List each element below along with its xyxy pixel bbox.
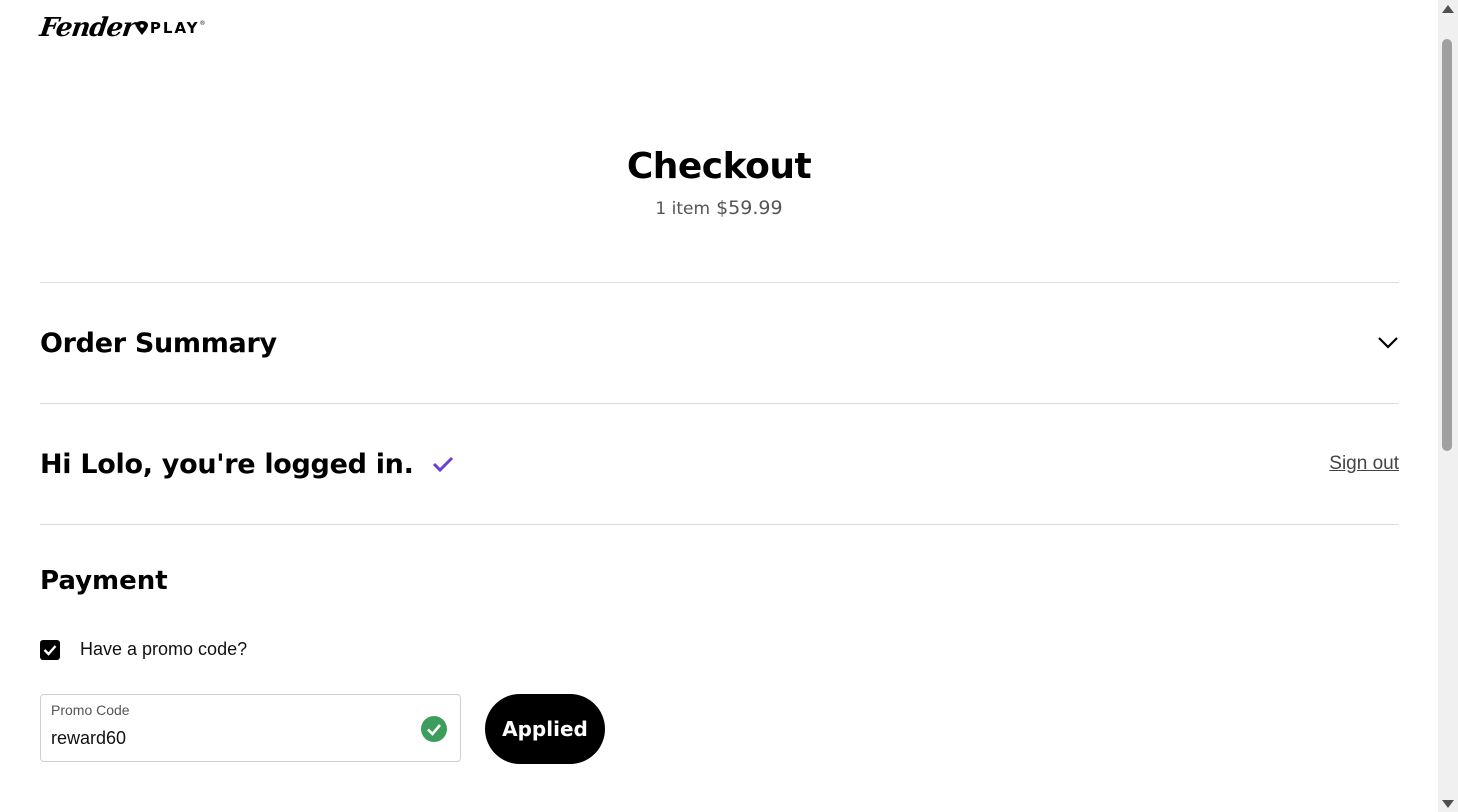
scrollbar-thumb[interactable] (1442, 39, 1452, 451)
chevron-down-icon[interactable] (1377, 336, 1399, 350)
checkbox-check-icon (43, 644, 57, 656)
promo-code-checkbox[interactable] (40, 639, 60, 660)
login-status-row: Hi Lolo, you're logged in. Sign out (40, 443, 1399, 485)
sign-out-link[interactable]: Sign out (1329, 453, 1399, 475)
checkout-header: Checkout 1 item $59.99 (0, 146, 1438, 219)
applied-button[interactable]: Applied (485, 694, 605, 764)
cart-summary-line: 1 item $59.99 (0, 197, 1438, 219)
promo-code-checkbox-row[interactable]: Have a promo code? (40, 639, 247, 660)
checkout-page: Fender PLAY ® Checkout 1 item $59.99 Ord… (0, 0, 1438, 812)
login-greeting-group: Hi Lolo, you're logged in. (40, 449, 454, 480)
login-greeting: Hi Lolo, you're logged in. (40, 448, 414, 480)
checkmark-icon (432, 456, 453, 473)
divider (40, 524, 1399, 525)
order-summary-title: Order Summary (40, 327, 277, 359)
promo-code-field-label: Promo Code (51, 702, 130, 718)
divider (40, 282, 1399, 283)
order-summary-toggle[interactable]: Order Summary (40, 322, 1399, 364)
vertical-scrollbar[interactable] (1438, 0, 1458, 812)
scroll-up-arrow-icon[interactable] (1442, 5, 1454, 13)
payment-title: Payment (40, 566, 168, 596)
registered-mark: ® (199, 20, 206, 27)
promo-code-checkbox-label: Have a promo code? (80, 639, 248, 659)
item-count: 1 item (655, 199, 711, 219)
cart-total: $59.99 (716, 197, 783, 219)
logo-play-text: PLAY (149, 19, 200, 37)
logo-script-text: Fender (37, 13, 138, 43)
check-circle-icon (421, 716, 447, 742)
guitar-pick-icon (135, 21, 148, 35)
fender-play-logo[interactable]: Fender PLAY ® (37, 8, 206, 48)
promo-code-input[interactable] (51, 728, 391, 749)
page-title: Checkout (626, 146, 812, 187)
promo-code-field[interactable]: Promo Code (40, 694, 461, 762)
divider (40, 403, 1399, 404)
scroll-down-arrow-icon[interactable] (1442, 800, 1454, 808)
